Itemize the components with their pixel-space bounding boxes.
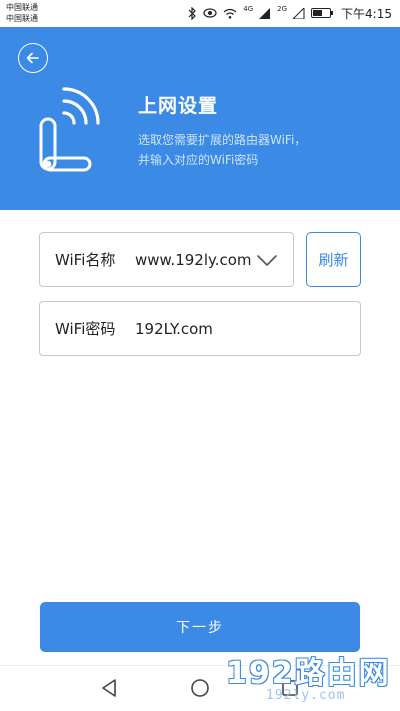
status-time: 下午4:15 bbox=[341, 6, 392, 21]
description-line-1: 选取您需要扩展的路由器WiFi， bbox=[138, 133, 307, 147]
wifi-name-field[interactable]: WiFi名称 www.192ly.com bbox=[39, 232, 294, 287]
back-button[interactable] bbox=[18, 43, 48, 73]
wifi-name-label: WiFi名称 bbox=[55, 251, 116, 269]
nav-home-icon[interactable] bbox=[188, 676, 212, 700]
header-panel: 上网设置 选取您需要扩展的路由器WiFi， 并输入对应的WiFi密码 bbox=[0, 27, 400, 237]
navigation-bar bbox=[0, 665, 400, 711]
wifi-icon bbox=[223, 8, 237, 19]
wifi-password-field[interactable]: WiFi密码 bbox=[39, 301, 361, 356]
network-type-2: 2G bbox=[277, 5, 288, 13]
signal-icon-2 bbox=[293, 7, 305, 19]
back-arrow-icon bbox=[26, 52, 39, 64]
eye-icon bbox=[203, 8, 217, 18]
next-button[interactable]: 下一步 bbox=[40, 602, 360, 652]
nav-back-icon[interactable] bbox=[98, 676, 122, 700]
wifi-password-label: WiFi密码 bbox=[55, 320, 116, 338]
carrier-label-1: 中国联通 bbox=[6, 3, 38, 12]
signal-icon bbox=[259, 7, 271, 19]
network-type-1: 4G bbox=[243, 5, 254, 13]
page-title: 上网设置 bbox=[138, 95, 219, 117]
wifi-password-value[interactable] bbox=[135, 319, 360, 338]
router-wifi-icon bbox=[39, 87, 100, 172]
nav-recent-icon[interactable] bbox=[278, 676, 302, 700]
status-bar: 中国联通 中国联通 4G 2G 下午4:15 bbox=[0, 0, 400, 27]
chevron-down-icon[interactable] bbox=[255, 248, 279, 272]
status-icons: 4G 2G 下午4:15 bbox=[188, 4, 392, 22]
battery-icon bbox=[311, 8, 334, 18]
wifi-name-value[interactable]: www.192ly.com bbox=[135, 251, 255, 269]
refresh-button[interactable]: 刷新 bbox=[306, 232, 361, 287]
carrier-label-2: 中国联通 bbox=[6, 14, 38, 23]
page-description: 选取您需要扩展的路由器WiFi， 并输入对应的WiFi密码 bbox=[138, 130, 388, 170]
bluetooth-icon bbox=[188, 6, 197, 20]
description-line-2: 并输入对应的WiFi密码 bbox=[138, 153, 259, 167]
wifi-password-input[interactable] bbox=[135, 319, 335, 338]
